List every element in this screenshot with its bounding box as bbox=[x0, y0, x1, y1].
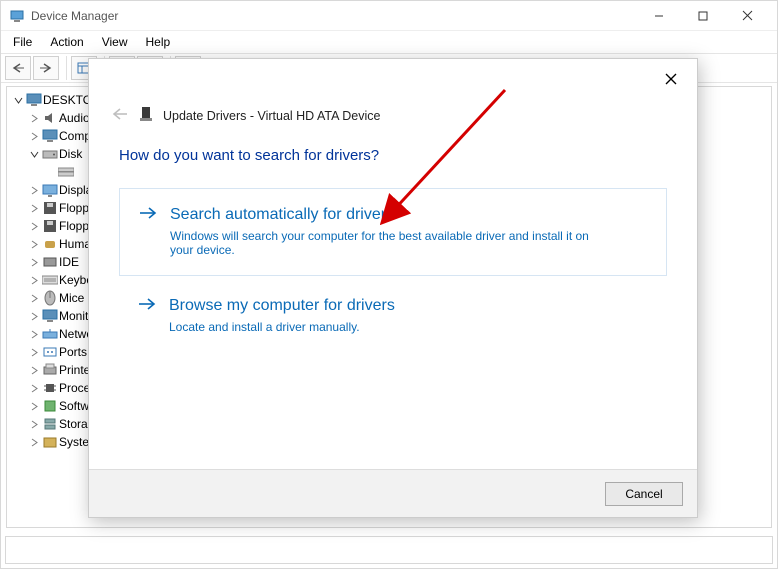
tree-node-label: IDE bbox=[59, 253, 79, 271]
close-button[interactable] bbox=[725, 2, 769, 30]
cancel-button[interactable]: Cancel bbox=[605, 482, 683, 506]
expand-icon[interactable] bbox=[27, 330, 41, 339]
monitor-icon bbox=[41, 129, 59, 143]
expand-icon[interactable] bbox=[27, 258, 41, 267]
device-manager-icon bbox=[9, 8, 25, 24]
keyboard-icon bbox=[41, 275, 59, 285]
menu-action[interactable]: Action bbox=[42, 33, 91, 51]
floppy-icon bbox=[41, 201, 59, 215]
dialog-back-arrow-icon bbox=[111, 105, 129, 126]
hid-icon bbox=[41, 237, 59, 251]
update-drivers-dialog: Update Drivers - Virtual HD ATA Device H… bbox=[88, 58, 698, 518]
printer-icon bbox=[41, 363, 59, 377]
expand-icon[interactable] bbox=[27, 312, 41, 321]
dialog-footer: Cancel bbox=[89, 469, 697, 517]
expand-icon[interactable] bbox=[27, 150, 41, 159]
option1-description: Windows will search your computer for th… bbox=[170, 229, 600, 257]
menu-view[interactable]: View bbox=[94, 33, 136, 51]
expand-icon[interactable] bbox=[27, 294, 41, 303]
menu-help[interactable]: Help bbox=[138, 33, 179, 51]
tree-node-label: Ports bbox=[59, 343, 87, 361]
floppy-icon bbox=[41, 219, 59, 233]
dialog-close-button[interactable] bbox=[651, 65, 691, 93]
dm-titlebar: Device Manager bbox=[1, 1, 777, 31]
dm-title: Device Manager bbox=[31, 9, 118, 23]
menu-file[interactable]: File bbox=[5, 33, 40, 51]
option-search-automatically[interactable]: Search automatically for drivers Windows… bbox=[119, 188, 667, 276]
expand-icon[interactable] bbox=[27, 114, 41, 123]
dialog-header: Update Drivers - Virtual HD ATA Device bbox=[111, 105, 675, 126]
expand-icon[interactable] bbox=[27, 402, 41, 411]
tree-node-label: Disk bbox=[59, 145, 82, 163]
expand-icon[interactable] bbox=[27, 348, 41, 357]
toolbar-separator bbox=[63, 56, 67, 80]
port-icon bbox=[41, 346, 59, 358]
expand-icon[interactable] bbox=[27, 240, 41, 249]
expand-icon[interactable] bbox=[27, 366, 41, 375]
dialog-heading: How do you want to search for drivers? bbox=[119, 147, 667, 164]
expand-icon[interactable] bbox=[27, 276, 41, 285]
option1-title: Search automatically for drivers bbox=[170, 205, 600, 225]
display-icon bbox=[41, 184, 59, 197]
speaker-icon bbox=[41, 111, 59, 125]
software-icon bbox=[41, 399, 59, 413]
expand-icon[interactable] bbox=[27, 204, 41, 213]
mouse-icon bbox=[41, 290, 59, 306]
dm-menu-bar: File Action View Help bbox=[1, 31, 777, 53]
monitor-icon bbox=[41, 309, 59, 323]
dialog-device-icon bbox=[139, 106, 153, 125]
option2-title: Browse my computer for drivers bbox=[169, 296, 395, 316]
system-icon bbox=[41, 435, 59, 449]
toolbar-back-button[interactable] bbox=[5, 56, 31, 80]
arrow-right-icon bbox=[138, 205, 158, 225]
expand-icon[interactable] bbox=[27, 222, 41, 231]
dialog-title: Update Drivers - Virtual HD ATA Device bbox=[163, 109, 380, 123]
toolbar-forward-button[interactable] bbox=[33, 56, 59, 80]
option2-description: Locate and install a driver manually. bbox=[169, 320, 395, 334]
network-icon bbox=[41, 328, 59, 340]
drive-icon bbox=[57, 167, 75, 177]
disk-icon bbox=[41, 148, 59, 160]
cpu-icon bbox=[41, 381, 59, 395]
tree-node-label: Mice bbox=[59, 289, 84, 307]
arrow-right-icon bbox=[137, 296, 157, 316]
ide-icon bbox=[41, 256, 59, 268]
expand-icon[interactable] bbox=[27, 384, 41, 393]
maximize-button[interactable] bbox=[681, 2, 725, 30]
dm-status-bar bbox=[5, 536, 773, 564]
storage-icon bbox=[41, 417, 59, 431]
expand-icon[interactable] bbox=[27, 186, 41, 195]
expand-icon[interactable] bbox=[27, 420, 41, 429]
option-browse-computer[interactable]: Browse my computer for drivers Locate an… bbox=[119, 290, 667, 340]
expand-icon[interactable] bbox=[27, 438, 41, 447]
minimize-button[interactable] bbox=[637, 2, 681, 30]
expand-icon[interactable] bbox=[27, 132, 41, 141]
tree-node-label: Audio bbox=[59, 109, 90, 127]
